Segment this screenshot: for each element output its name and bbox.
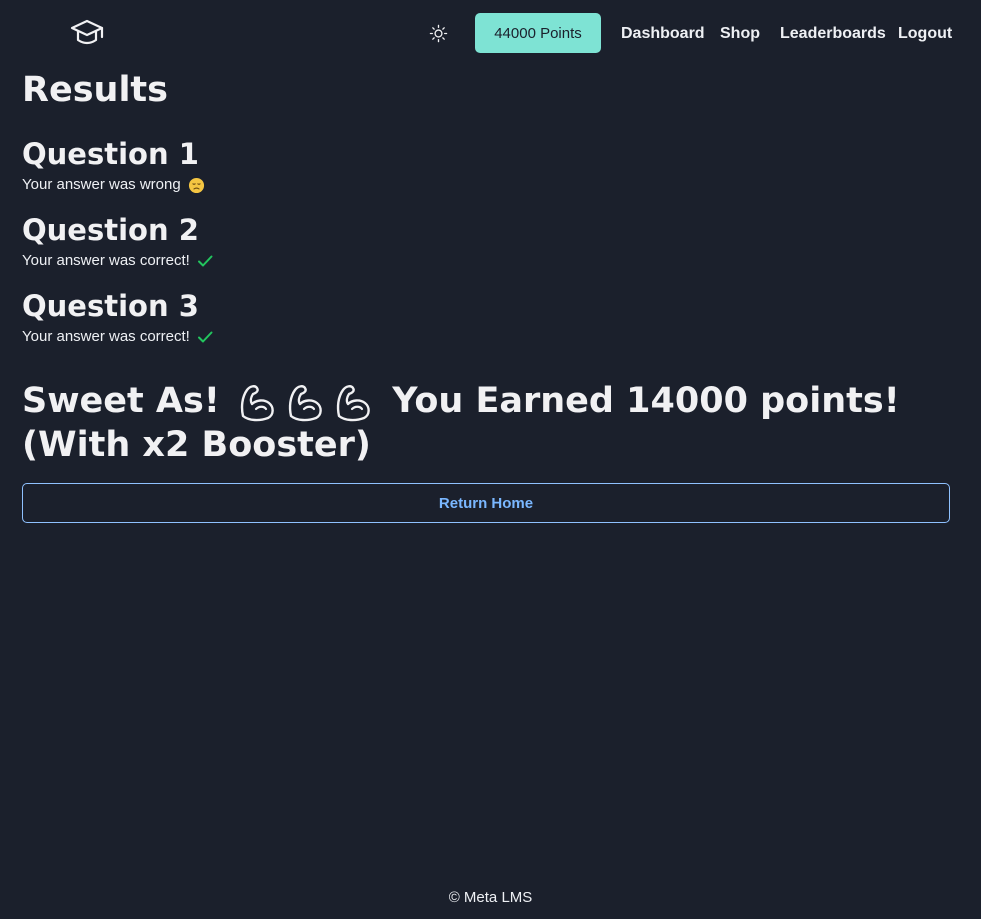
return-home-button[interactable]: Return Home (22, 483, 950, 523)
result-message: Sweet As! You Earned 14000 points! (With… (22, 379, 962, 467)
flexed-biceps-icon (288, 385, 322, 422)
footer-copyright: © Meta LMS (448, 889, 533, 906)
question-1-answer: Your answer was wrong (22, 175, 205, 195)
question-2-answer: Your answer was correct! (22, 251, 213, 271)
question-3-title: Question 3 (22, 289, 199, 323)
navbar: 44000 Points Dashboard Shop Leaderboards… (0, 0, 981, 68)
flexed-biceps-icons (236, 381, 376, 423)
check-icon (197, 331, 213, 343)
question-2-title: Question 2 (22, 213, 199, 247)
check-icon (197, 255, 213, 267)
question-1-title: Question 1 (22, 137, 199, 171)
flexed-biceps-icon (336, 385, 370, 422)
graduation-cap-icon[interactable] (70, 18, 104, 48)
question-3-answer: Your answer was correct! (22, 327, 213, 347)
results-page: 44000 Points Dashboard Shop Leaderboards… (0, 0, 981, 919)
points-button[interactable]: 44000 Points (475, 13, 601, 53)
answer-text: Your answer was correct! (22, 328, 190, 345)
result-prefix: Sweet As! (22, 381, 220, 421)
nav-link-leaderboards[interactable]: Leaderboards (780, 24, 886, 44)
answer-text: Your answer was wrong (22, 176, 181, 193)
flexed-biceps-icon (240, 385, 274, 422)
sun-icon[interactable] (429, 24, 448, 43)
nav-link-logout[interactable]: Logout (898, 24, 952, 44)
sad-face-icon (188, 177, 204, 193)
nav-link-dashboard[interactable]: Dashboard (621, 24, 705, 44)
answer-text: Your answer was correct! (22, 252, 190, 269)
page-title: Results (22, 70, 168, 110)
nav-link-shop[interactable]: Shop (720, 24, 760, 44)
